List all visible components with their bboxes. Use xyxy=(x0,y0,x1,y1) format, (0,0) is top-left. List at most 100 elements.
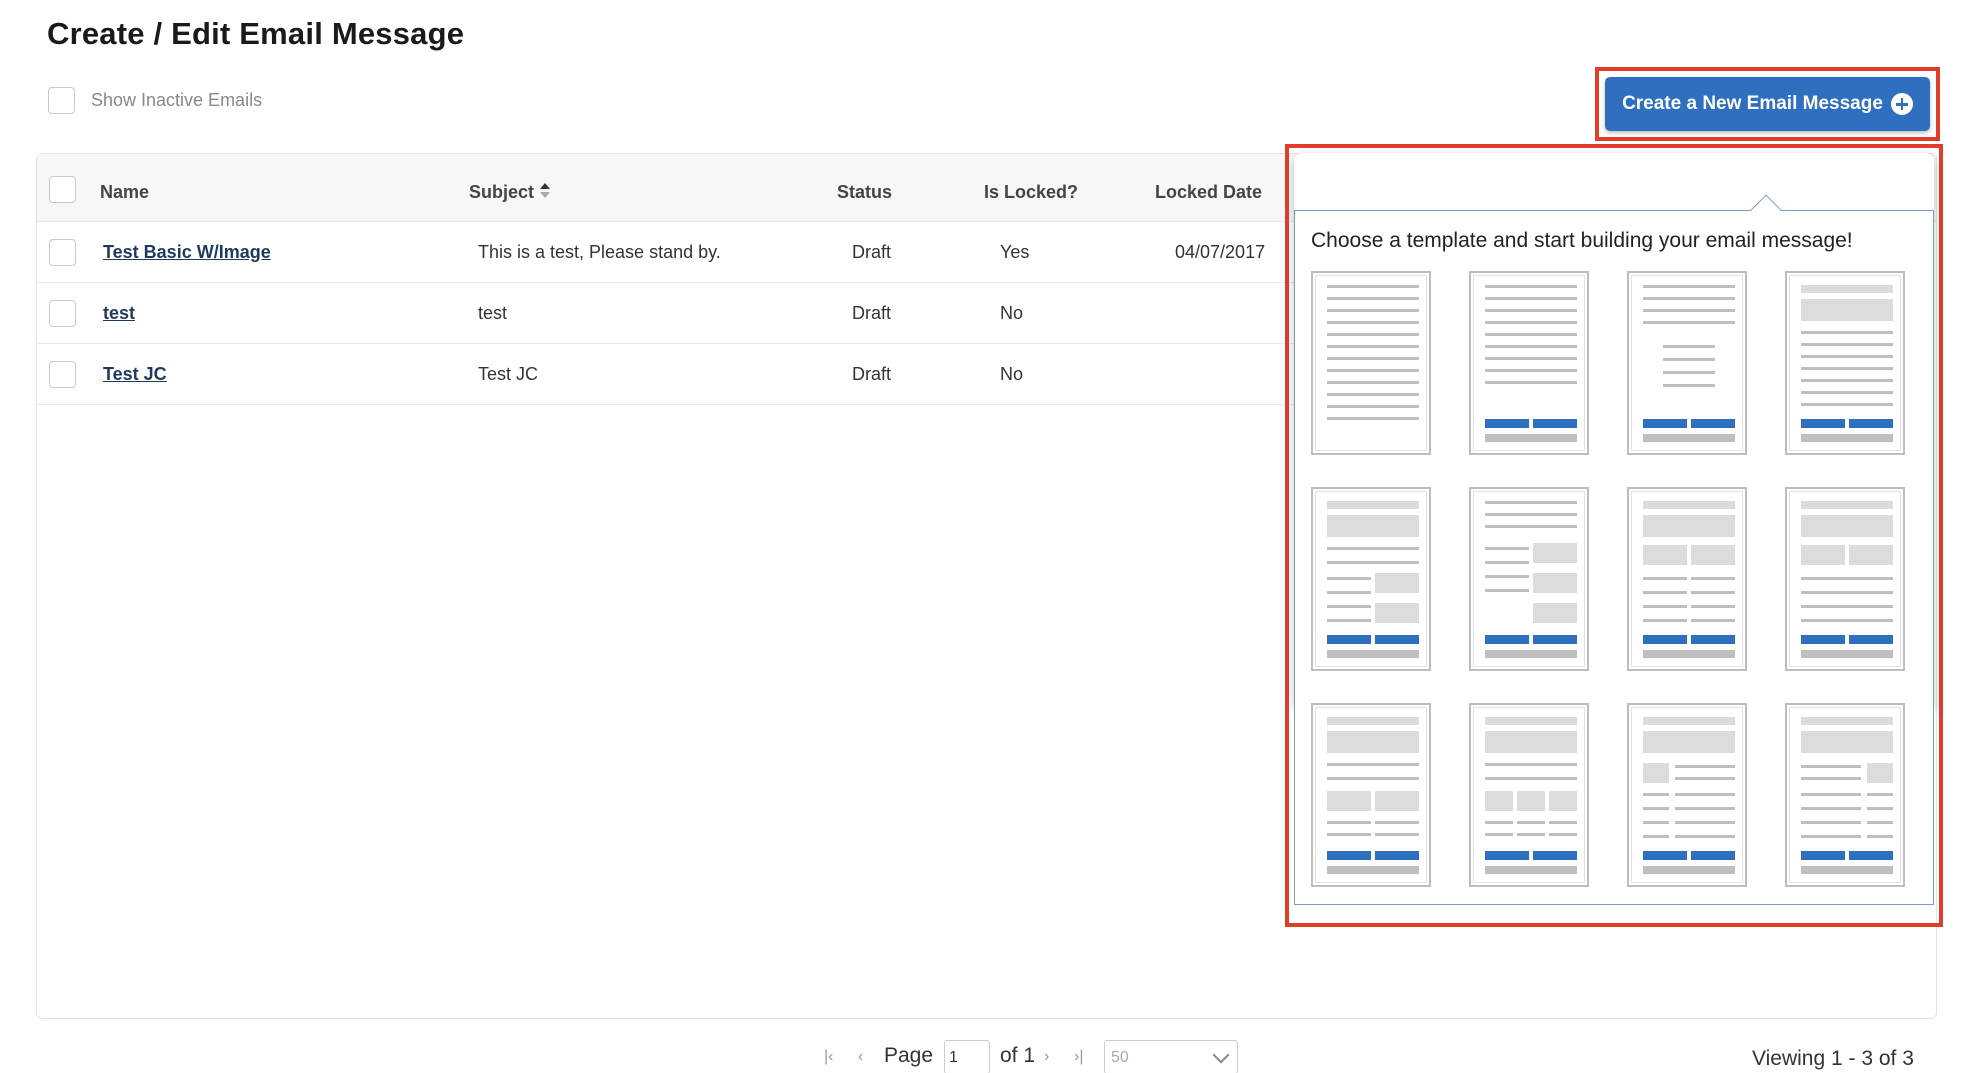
thumbnail-line xyxy=(1485,285,1577,288)
template-thumbnail-7[interactable] xyxy=(1627,487,1747,671)
thumbnail-button-bar xyxy=(1691,635,1735,644)
create-new-email-button[interactable]: Create a New Email Message xyxy=(1605,77,1930,131)
column-header-status[interactable]: Status xyxy=(837,182,892,203)
sort-icon[interactable] xyxy=(540,183,551,199)
thumbnail-line xyxy=(1485,434,1577,442)
template-thumbnail-6[interactable] xyxy=(1469,487,1589,671)
row-name-link[interactable]: Test Basic W/Image xyxy=(103,242,271,263)
thumbnail-line xyxy=(1643,650,1735,658)
row-is-locked: No xyxy=(1000,364,1024,384)
thumbnail-line xyxy=(1801,650,1893,658)
page-number-input[interactable]: 1 xyxy=(944,1040,990,1073)
row-checkbox[interactable] xyxy=(49,300,76,327)
thumbnail-line xyxy=(1549,821,1577,824)
column-header-locked-date[interactable]: Locked Date xyxy=(1155,182,1262,203)
thumbnail-block xyxy=(1327,717,1419,725)
thumbnail-line xyxy=(1801,765,1861,768)
thumbnail-block xyxy=(1643,763,1669,783)
last-page-icon[interactable]: ›| xyxy=(1074,1048,1083,1066)
thumbnail-line xyxy=(1375,833,1419,836)
thumbnail-line xyxy=(1485,381,1577,384)
thumbnail-block xyxy=(1327,515,1419,537)
thumbnail-block xyxy=(1485,791,1513,811)
thumbnail-line xyxy=(1801,591,1893,594)
row-subject: test xyxy=(478,303,508,323)
thumbnail-line xyxy=(1485,866,1577,874)
thumbnail-line xyxy=(1485,321,1577,324)
thumbnail-block xyxy=(1643,717,1735,725)
next-page-icon[interactable]: › xyxy=(1044,1048,1049,1066)
thumbnail-line xyxy=(1801,379,1893,382)
thumbnail-line xyxy=(1327,591,1371,594)
thumbnail-line xyxy=(1485,309,1577,312)
select-all-checkbox[interactable] xyxy=(49,176,76,203)
thumbnail-line xyxy=(1327,577,1371,580)
row-name-link[interactable]: test xyxy=(103,303,135,324)
template-thumbnail-3[interactable] xyxy=(1627,271,1747,455)
thumbnail-line xyxy=(1801,343,1893,346)
thumbnail-block xyxy=(1691,545,1735,565)
thumbnail-button-bar xyxy=(1533,851,1577,860)
table-row[interactable]: test test Draft No xyxy=(37,283,1317,344)
thumbnail-block xyxy=(1533,603,1577,623)
row-subject: This is a test, Please stand by. xyxy=(478,242,721,262)
page-size-select[interactable]: 50 xyxy=(1104,1040,1238,1073)
chevron-down-icon xyxy=(1212,1046,1230,1064)
thumbnail-line xyxy=(1327,393,1419,396)
first-page-icon[interactable]: |‹ xyxy=(824,1048,833,1066)
thumbnail-line xyxy=(1327,833,1371,836)
row-subject: Test JC xyxy=(478,364,539,384)
thumbnail-button-bar xyxy=(1533,419,1577,428)
template-thumbnail-11[interactable] xyxy=(1627,703,1747,887)
row-status: Draft xyxy=(852,364,892,384)
template-thumbnail-5[interactable] xyxy=(1311,487,1431,671)
row-is-locked: No xyxy=(1000,303,1024,323)
template-grid xyxy=(1311,271,1911,891)
thumbnail-button-bar xyxy=(1375,851,1419,860)
thumbnail-button-bar xyxy=(1375,635,1419,644)
template-thumbnail-9[interactable] xyxy=(1311,703,1431,887)
show-inactive-checkbox[interactable] xyxy=(48,87,75,114)
template-thumbnail-10[interactable] xyxy=(1469,703,1589,887)
template-picker-title: Choose a template and start building you… xyxy=(1311,229,1853,252)
row-name-link[interactable]: Test JC xyxy=(103,364,167,385)
thumbnail-block xyxy=(1801,299,1893,321)
thumbnail-line xyxy=(1675,793,1735,796)
column-header-is-locked[interactable]: Is Locked? xyxy=(984,182,1078,203)
row-checkbox[interactable] xyxy=(49,361,76,388)
thumbnail-block xyxy=(1643,545,1687,565)
column-header-subject-label: Subject xyxy=(469,182,535,202)
thumbnail-block xyxy=(1375,573,1419,593)
thumbnail-line xyxy=(1691,591,1735,594)
thumbnail-block xyxy=(1801,731,1893,753)
thumbnail-button-bar xyxy=(1327,851,1371,860)
row-status: Draft xyxy=(852,242,892,262)
thumbnail-button-bar xyxy=(1849,851,1893,860)
column-header-name[interactable]: Name xyxy=(100,182,149,203)
thumbnail-line xyxy=(1327,777,1419,780)
thumbnail-line xyxy=(1867,835,1893,838)
template-thumbnail-2[interactable] xyxy=(1469,271,1589,455)
page-title: Create / Edit Email Message xyxy=(47,16,465,51)
table-row[interactable]: Test JC Test JC Draft No xyxy=(37,344,1317,405)
thumbnail-line xyxy=(1643,321,1735,324)
prev-page-icon[interactable]: ‹ xyxy=(858,1048,863,1066)
thumbnail-line xyxy=(1643,285,1735,288)
thumbnail-block xyxy=(1533,573,1577,593)
thumbnail-line xyxy=(1643,793,1669,796)
thumbnail-line xyxy=(1327,381,1419,384)
column-header-subject[interactable]: Subject xyxy=(469,182,551,203)
template-thumbnail-1[interactable] xyxy=(1311,271,1431,455)
thumbnail-line xyxy=(1801,434,1893,442)
thumbnail-line xyxy=(1485,777,1577,780)
row-checkbox[interactable] xyxy=(49,239,76,266)
template-thumbnail-4[interactable] xyxy=(1785,271,1905,455)
template-thumbnail-12[interactable] xyxy=(1785,703,1905,887)
thumbnail-block xyxy=(1867,763,1893,783)
show-inactive-toggle[interactable]: Show Inactive Emails xyxy=(48,87,262,114)
table-row[interactable]: Test Basic W/Image This is a test, Pleas… xyxy=(37,222,1317,283)
thumbnail-block xyxy=(1849,545,1893,565)
template-thumbnail-8[interactable] xyxy=(1785,487,1905,671)
thumbnail-line xyxy=(1327,821,1371,824)
thumbnail-line xyxy=(1327,369,1419,372)
